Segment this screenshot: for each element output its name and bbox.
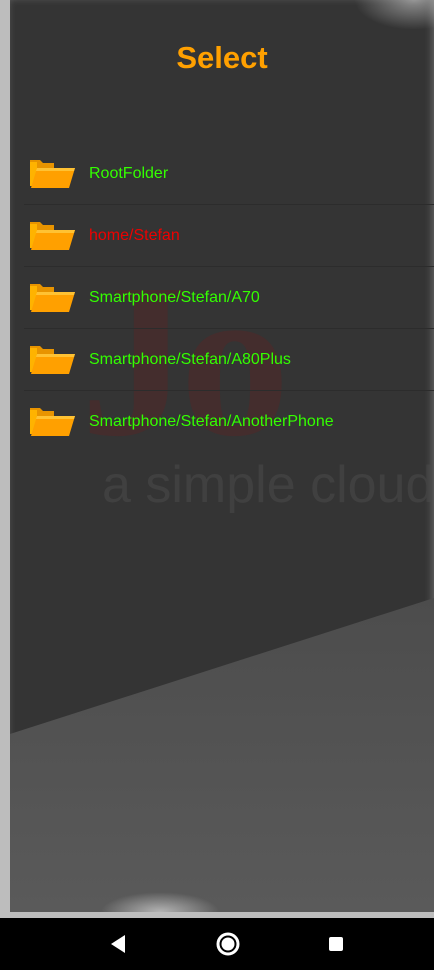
back-triangle-icon — [111, 935, 125, 953]
folder-dialog: Jo a simple cloud — [10, 0, 434, 912]
folder-item-a80plus[interactable]: Smartphone/Stefan/A80Plus — [24, 329, 434, 391]
folder-open-icon — [30, 221, 75, 250]
screen: Jo a simple cloud Select RootFolder home… — [0, 0, 434, 970]
background-lower-shade — [10, 598, 434, 912]
corner-glow — [354, 0, 434, 30]
home-button[interactable] — [198, 918, 258, 970]
folder-item-anotherphone[interactable]: Smartphone/Stefan/AnotherPhone — [24, 391, 434, 452]
folder-label: Smartphone/Stefan/A70 — [89, 288, 260, 306]
folder-open-icon — [30, 159, 75, 188]
recents-button[interactable] — [306, 918, 366, 970]
page-title: Select — [176, 40, 268, 75]
system-nav-bar — [0, 918, 434, 970]
folder-item-a70[interactable]: Smartphone/Stefan/A70 — [24, 267, 434, 329]
folder-label: RootFolder — [89, 164, 169, 182]
folder-label: home/Stefan — [89, 226, 180, 244]
home-circle-icon — [216, 932, 240, 956]
folder-item-root[interactable]: RootFolder — [24, 143, 434, 205]
folder-open-icon — [30, 345, 75, 374]
folder-item-home-stefan[interactable]: home/Stefan — [24, 205, 434, 267]
folder-open-icon — [30, 283, 75, 312]
app-panel: Jo a simple cloud Select RootFolder home… — [0, 0, 434, 918]
folder-label: Smartphone/Stefan/AnotherPhone — [89, 412, 334, 430]
folder-open-icon — [30, 407, 75, 436]
folder-label: Smartphone/Stefan/A80Plus — [89, 350, 291, 368]
recents-square-icon — [329, 937, 343, 951]
back-button[interactable] — [88, 918, 148, 970]
folder-list: RootFolder home/Stefan Smartphone/Stefan… — [24, 143, 434, 452]
watermark-tagline: a simple cloud — [102, 456, 434, 514]
